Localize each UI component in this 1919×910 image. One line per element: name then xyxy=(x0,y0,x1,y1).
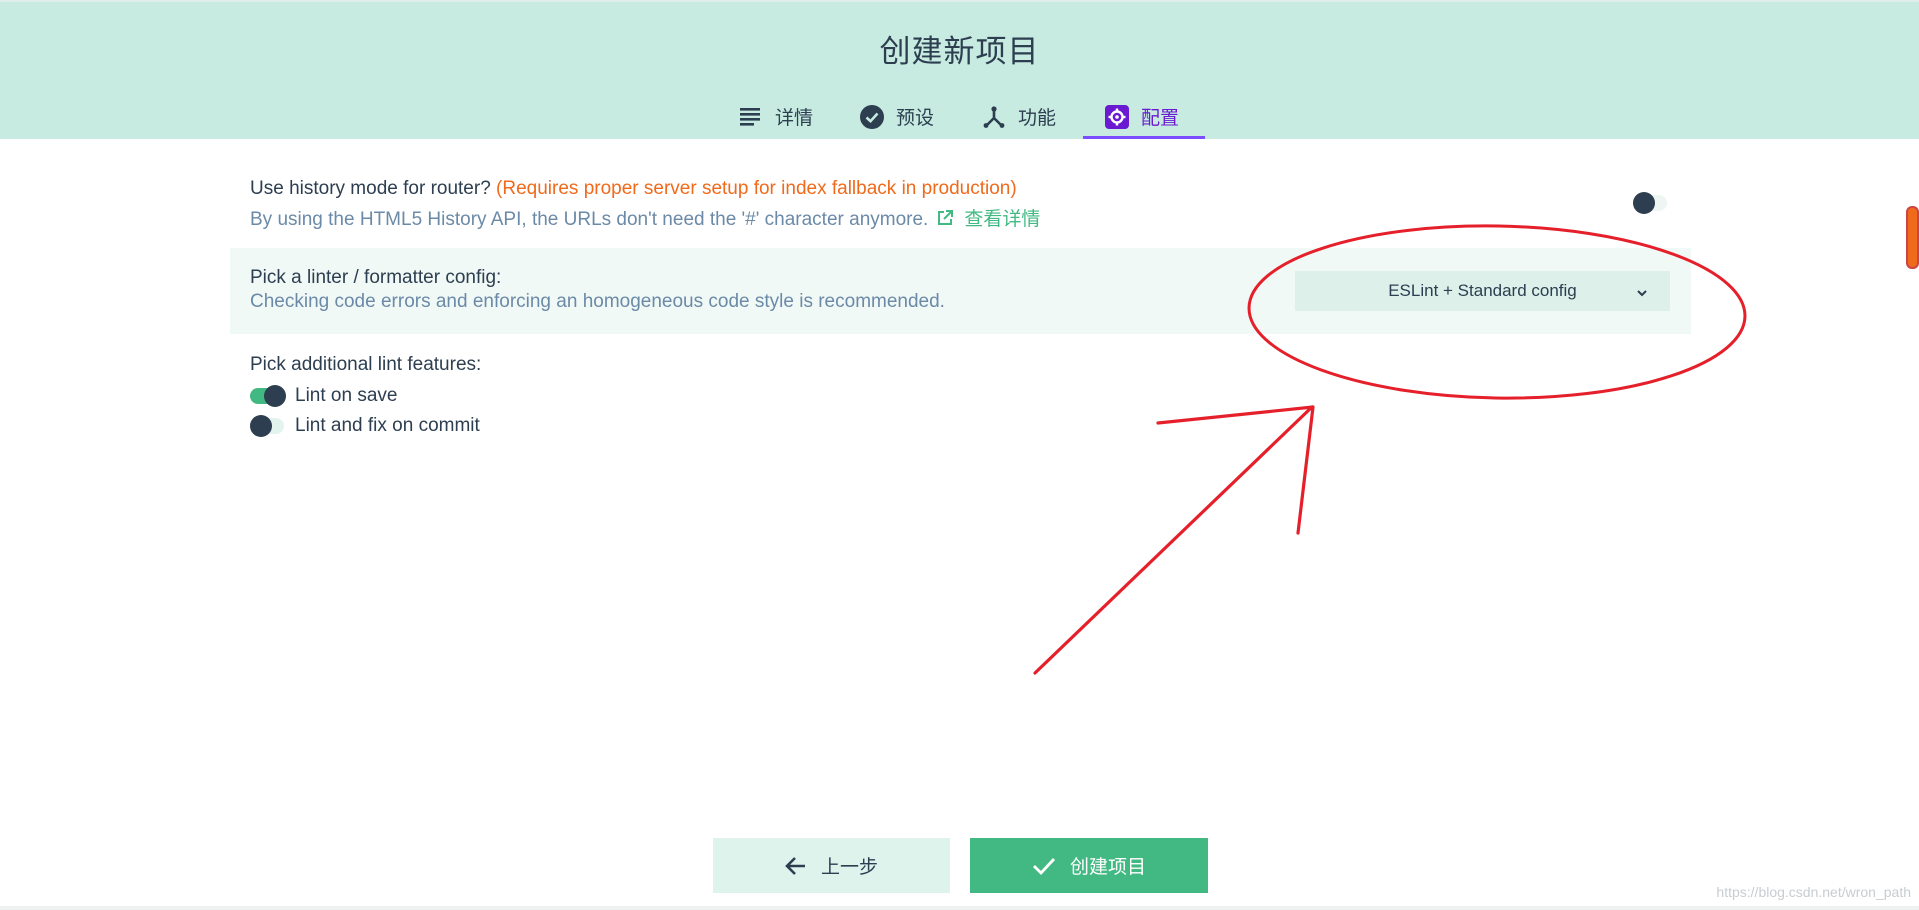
linter-description: Checking code errors and enforcing an ho… xyxy=(250,291,945,312)
fork-icon xyxy=(982,105,1006,129)
router-prompt: Use history mode for router? (Requires p… xyxy=(250,178,1017,200)
lint-fix-on-commit-toggle[interactable] xyxy=(250,415,286,437)
previous-step-label: 上一步 xyxy=(820,857,878,878)
tab-details[interactable]: 详情 xyxy=(739,94,813,139)
watermark: https://blog.csdn.net/wron_path xyxy=(1716,884,1911,900)
arrow-left-icon xyxy=(785,856,807,876)
list-icon xyxy=(739,105,763,129)
linter-selected-value: ESLint + Standard config xyxy=(1388,281,1577,300)
toggle-knob xyxy=(250,415,272,437)
tab-preset-label: 预设 xyxy=(896,108,935,129)
create-project-label: 创建项目 xyxy=(1069,857,1146,878)
previous-step-button[interactable]: 上一步 xyxy=(713,838,950,893)
lint-on-save-toggle[interactable] xyxy=(250,385,286,407)
gear-icon xyxy=(1105,104,1129,129)
router-label: Use history mode for router? xyxy=(250,178,491,199)
check-icon xyxy=(1032,856,1056,876)
router-warning: (Requires proper server setup for index … xyxy=(496,178,1017,199)
tab-config-label: 配置 xyxy=(1141,108,1180,129)
scrollbar-thumb[interactable] xyxy=(1906,206,1919,269)
linter-config-select[interactable]: ESLint + Standard config xyxy=(1295,271,1670,311)
tab-config[interactable]: 配置 xyxy=(1105,94,1179,139)
toggle-knob xyxy=(1633,192,1655,214)
linter-label: Pick a linter / formatter config: xyxy=(250,267,502,288)
toggle-knob xyxy=(264,385,286,407)
tab-preset[interactable]: 预设 xyxy=(860,94,934,139)
create-project-button[interactable]: 创建项目 xyxy=(970,838,1208,893)
lint-on-save-label: Lint on save xyxy=(295,385,398,406)
lint-features-label: Pick additional lint features: xyxy=(250,354,482,375)
lint-fix-on-commit-label: Lint and fix on commit xyxy=(295,415,480,436)
router-history-toggle[interactable] xyxy=(1633,192,1669,214)
router-description-row: By using the HTML5 History API, the URLs… xyxy=(250,204,1040,233)
page-title: 创建新项目 xyxy=(879,34,1040,69)
check-circle-icon xyxy=(860,104,884,129)
router-description: By using the HTML5 History API, the URLs… xyxy=(250,209,929,230)
page-header: 创建新项目 详情 预设 功能 配置 xyxy=(0,2,1919,139)
chevron-down-icon xyxy=(1636,284,1648,304)
tab-details-label: 详情 xyxy=(775,108,814,129)
active-tab-indicator xyxy=(1083,136,1205,139)
tab-features[interactable]: 功能 xyxy=(982,94,1056,139)
more-info-link[interactable]: 查看详情 xyxy=(964,209,1040,230)
tab-features-label: 功能 xyxy=(1018,108,1057,129)
step-tabs: 详情 预设 功能 配置 xyxy=(0,94,1919,139)
annotation-arrow xyxy=(1033,405,1315,675)
external-link-icon xyxy=(936,209,954,233)
bottom-border xyxy=(0,906,1919,910)
